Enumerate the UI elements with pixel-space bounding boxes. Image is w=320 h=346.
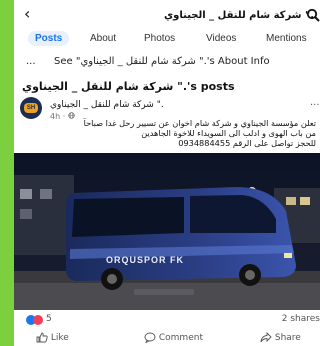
facebook-page-screen: ‹ شركة شام للنقل _ الجيناوي ". Posts Abo… — [14, 0, 320, 346]
like-button[interactable]: Like — [36, 332, 69, 343]
comment-bubble-icon — [144, 332, 156, 344]
share-label: Share — [274, 333, 301, 343]
tab-videos[interactable]: Videos — [206, 33, 236, 44]
post-text-line: تعلن مؤسسة الجيناوي و شركة شام اخوان عن … — [83, 118, 316, 128]
reaction-count: 5 — [46, 314, 52, 324]
search-icon[interactable] — [306, 8, 320, 22]
bus-side-text: ORQUSPOR FK — [106, 255, 185, 265]
about-info-row[interactable]: ... See "شركة شام للنقل _ الجيناوي ".'s … — [14, 56, 320, 72]
posts-heading: شركة شام للنقل _ الجيناوي ".'s posts — [22, 80, 235, 93]
about-info-link[interactable]: See "شركة شام للنقل _ الجيناوي ".'s Abou… — [54, 56, 270, 67]
post-actions: Like Comment Share — [14, 330, 320, 346]
post-options-icon[interactable]: ··· — [310, 100, 320, 111]
post-text: تعلن مؤسسة الجيناوي و شركة شام اخوان عن … — [14, 118, 320, 148]
thumbs-up-icon — [36, 332, 48, 343]
post-text-line: للحجز تواصل على الرقم 0934884455 — [178, 138, 316, 148]
tab-mentions[interactable]: Mentions — [266, 33, 307, 44]
tab-posts[interactable]: Posts — [28, 31, 70, 46]
page-tabs: Posts About Photos Videos Mentions — [14, 28, 320, 54]
shares-count[interactable]: 2 shares — [282, 314, 320, 324]
like-label: Like — [50, 333, 69, 343]
comment-button[interactable]: Comment — [144, 332, 203, 344]
back-arrow-icon[interactable]: ‹ — [24, 6, 30, 22]
tab-photos[interactable]: Photos — [144, 33, 175, 44]
post-text-line: من باب الهوى و ادلب الى السويداء للاخوة … — [141, 128, 316, 138]
share-button[interactable]: Share — [260, 331, 301, 343]
share-arrow-icon — [260, 331, 272, 343]
post-photo[interactable]: ORQUSPOR FK — [14, 153, 320, 310]
more-dots-icon: ... — [26, 56, 36, 67]
comment-label: Comment — [158, 333, 203, 343]
avatar[interactable]: SH — [20, 97, 42, 119]
love-reaction-icon — [33, 315, 43, 325]
reactions-row[interactable]: 5 2 shares — [14, 314, 320, 328]
post-author[interactable]: شركة شام للنقل _ الجيناوي ". — [50, 100, 164, 110]
tab-about[interactable]: About — [90, 33, 116, 44]
page-title: شركة شام للنقل _ الجيناوي ". — [164, 10, 315, 21]
bus-photo-illustration — [14, 153, 320, 310]
